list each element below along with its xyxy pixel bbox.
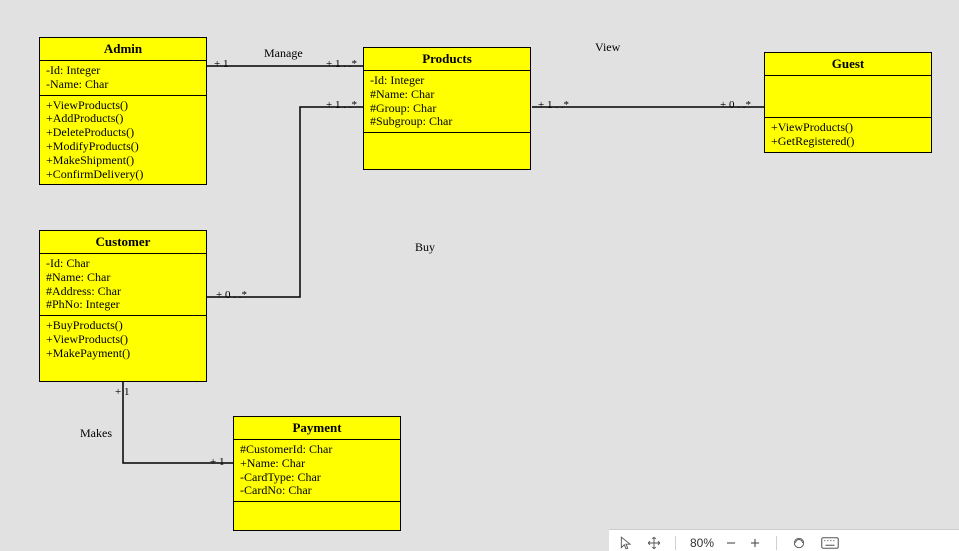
- attr: +Name: Char: [240, 457, 394, 471]
- rel-buy-label: Buy: [415, 240, 435, 255]
- class-guest-ops: +ViewProducts() +GetRegistered(): [765, 118, 931, 152]
- attr: #CustomerId: Char: [240, 443, 394, 457]
- class-admin-attrs: -Id: Integer -Name: Char: [40, 61, 206, 96]
- zoom-value: 80%: [690, 536, 714, 550]
- zoom-controls: 80%: [690, 536, 762, 550]
- op: +MakeShipment(): [46, 154, 200, 168]
- rel-makes-mult-right: + 1: [210, 456, 224, 468]
- class-customer[interactable]: Customer -Id: Char #Name: Char #Address:…: [39, 230, 207, 382]
- op: +BuyProducts(): [46, 319, 200, 333]
- move-icon[interactable]: [647, 536, 661, 550]
- attr: #PhNo: Integer: [46, 298, 200, 312]
- rel-manage-label: Manage: [264, 46, 303, 61]
- op: +ViewProducts(): [46, 333, 200, 347]
- attr: -CardNo: Char: [240, 484, 394, 498]
- op: +ViewProducts(): [46, 99, 200, 113]
- class-guest-attrs: [765, 76, 931, 118]
- zoom-in-icon[interactable]: [748, 536, 762, 550]
- attr: #Subgroup: Char: [370, 115, 524, 129]
- attr: -Id: Integer: [46, 64, 200, 78]
- op: +ConfirmDelivery(): [46, 168, 200, 182]
- op: +AddProducts(): [46, 112, 200, 126]
- rel-view-label: View: [595, 40, 620, 55]
- rel-manage-mult-left: + 1: [214, 58, 228, 70]
- keyboard-icon[interactable]: [821, 536, 839, 550]
- rel-buy-mult-right: + 0 . .*: [216, 289, 247, 301]
- class-payment-title: Payment: [234, 417, 400, 440]
- toolbar-divider: [675, 536, 676, 550]
- op: +ModifyProducts(): [46, 140, 200, 154]
- viewer-toolbar: 80%: [609, 529, 959, 551]
- rel-view-mult-left: + 1 . .*: [538, 99, 569, 111]
- fit-width-icon[interactable]: [791, 536, 807, 550]
- cursor-icon[interactable]: [619, 536, 633, 550]
- class-payment-ops: [234, 502, 400, 530]
- class-customer-ops: +BuyProducts() +ViewProducts() +MakePaym…: [40, 316, 206, 380]
- diagram-canvas: Manage + 1 + 1 . .* View + 1 . .* + 0 . …: [0, 0, 959, 551]
- class-products-ops: [364, 133, 530, 169]
- class-payment[interactable]: Payment #CustomerId: Char +Name: Char -C…: [233, 416, 401, 531]
- attr: -Name: Char: [46, 78, 200, 92]
- toolbar-divider: [776, 536, 777, 550]
- op: +GetRegistered(): [771, 135, 925, 149]
- zoom-out-icon[interactable]: [724, 536, 738, 550]
- class-products-attrs: -Id: Integer #Name: Char #Group: Char #S…: [364, 71, 530, 133]
- op: +ViewProducts(): [771, 121, 925, 135]
- attr: #Address: Char: [46, 285, 200, 299]
- class-admin-ops: +ViewProducts() +AddProducts() +DeletePr…: [40, 96, 206, 185]
- attr: -CardType: Char: [240, 471, 394, 485]
- class-customer-attrs: -Id: Char #Name: Char #Address: Char #Ph…: [40, 254, 206, 316]
- attr: -Id: Integer: [370, 74, 524, 88]
- rel-buy-mult-left: + 1 . .*: [326, 99, 357, 111]
- attr: -Id: Char: [46, 257, 200, 271]
- rel-manage-mult-right: + 1 . .*: [326, 58, 357, 70]
- class-admin-title: Admin: [40, 38, 206, 61]
- op: +MakePayment(): [46, 347, 200, 361]
- class-guest[interactable]: Guest +ViewProducts() +GetRegistered(): [764, 52, 932, 153]
- class-products-title: Products: [364, 48, 530, 71]
- class-products[interactable]: Products -Id: Integer #Name: Char #Group…: [363, 47, 531, 170]
- rel-makes-mult-top: + 1: [115, 386, 129, 398]
- class-admin[interactable]: Admin -Id: Integer -Name: Char +ViewProd…: [39, 37, 207, 185]
- class-payment-attrs: #CustomerId: Char +Name: Char -CardType:…: [234, 440, 400, 502]
- rel-makes-label: Makes: [80, 426, 112, 441]
- attr: #Name: Char: [370, 88, 524, 102]
- rel-view-mult-right: + 0 . .*: [720, 99, 751, 111]
- class-customer-title: Customer: [40, 231, 206, 254]
- class-guest-title: Guest: [765, 53, 931, 76]
- op: +DeleteProducts(): [46, 126, 200, 140]
- attr: #Name: Char: [46, 271, 200, 285]
- attr: #Group: Char: [370, 102, 524, 116]
